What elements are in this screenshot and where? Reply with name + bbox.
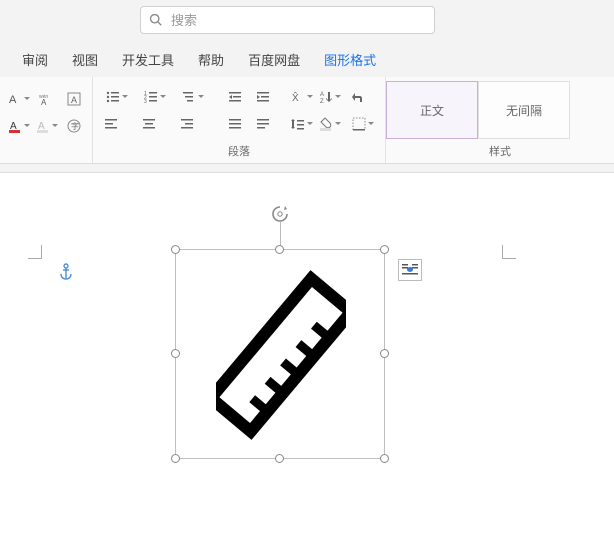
svg-text:A: A xyxy=(71,95,77,105)
font-color-button[interactable]: A xyxy=(6,114,30,138)
svg-text:Z: Z xyxy=(320,99,324,105)
svg-text:A: A xyxy=(9,94,17,106)
tab-help[interactable]: 帮助 xyxy=(186,46,236,77)
font-size-button[interactable]: A xyxy=(6,87,30,111)
resize-handle-bm[interactable] xyxy=(275,454,284,463)
styles-group: 正文 无间隔 样式 xyxy=(386,77,614,163)
svg-text:A: A xyxy=(41,98,47,107)
svg-text:X̂: X̂ xyxy=(292,90,299,104)
rotation-line xyxy=(280,222,281,246)
resize-handle-tl[interactable] xyxy=(171,245,180,254)
numbering-button[interactable]: 123 xyxy=(137,85,171,109)
align-center-button[interactable] xyxy=(137,112,161,136)
paragraph-group: 123 X̂ xyxy=(93,77,386,163)
line-spacing-button[interactable] xyxy=(289,112,313,136)
styles-group-label: 样式 xyxy=(386,139,614,161)
font-group: A A wénA A A 字 xyxy=(0,77,93,163)
tab-shape-format[interactable]: 图形格式 xyxy=(312,46,388,77)
search-bar xyxy=(0,0,614,40)
align-left-button[interactable] xyxy=(99,112,123,136)
paragraph-group-label: 段落 xyxy=(99,139,379,161)
align-justify-button[interactable] xyxy=(223,112,247,136)
style-nospace[interactable]: 无间隔 xyxy=(478,81,570,139)
resize-handle-mr[interactable] xyxy=(380,349,389,358)
margin-corner-tl xyxy=(28,245,42,259)
enclosed-char-button[interactable]: 字 xyxy=(62,114,86,138)
ribbon: A A wénA A A 字 123 xyxy=(0,77,614,164)
document-canvas[interactable] xyxy=(0,172,614,552)
style-normal[interactable]: 正文 xyxy=(386,81,478,139)
rotation-handle[interactable] xyxy=(270,204,290,224)
resize-handle-br[interactable] xyxy=(380,454,389,463)
highlight-button[interactable]: A xyxy=(34,114,58,138)
increase-indent-button[interactable] xyxy=(251,85,275,109)
sort-button[interactable]: AZ xyxy=(317,85,341,109)
tab-view[interactable]: 视图 xyxy=(60,46,110,77)
resize-handle-bl[interactable] xyxy=(171,454,180,463)
layout-options-button[interactable] xyxy=(398,259,422,281)
shape-selection-box[interactable] xyxy=(175,249,385,459)
tab-developer[interactable]: 开发工具 xyxy=(110,46,186,77)
ruler-shape[interactable] xyxy=(216,270,346,440)
tab-bar: 审阅 视图 开发工具 帮助 百度网盘 图形格式 xyxy=(0,40,614,77)
search-icon xyxy=(149,13,163,27)
multilevel-list-button[interactable] xyxy=(175,85,209,109)
resize-handle-tr[interactable] xyxy=(380,245,389,254)
resize-handle-tm[interactable] xyxy=(275,245,284,254)
search-input[interactable] xyxy=(171,13,426,28)
shading-button[interactable] xyxy=(317,112,341,136)
decrease-indent-button[interactable] xyxy=(223,85,247,109)
tab-review[interactable]: 审阅 xyxy=(10,46,60,77)
asian-layout-button[interactable]: X̂ xyxy=(289,85,313,109)
font-group-label xyxy=(6,143,86,161)
char-border-button[interactable]: A xyxy=(62,87,86,111)
svg-text:A: A xyxy=(320,92,324,98)
search-box[interactable] xyxy=(140,6,435,34)
anchor-icon xyxy=(58,263,74,281)
svg-text:字: 字 xyxy=(71,121,79,131)
margin-corner-tr xyxy=(502,245,516,259)
resize-handle-ml[interactable] xyxy=(171,349,180,358)
layout-options-icon xyxy=(401,263,419,277)
bullets-button[interactable] xyxy=(99,85,133,109)
show-marks-button[interactable] xyxy=(345,85,369,109)
align-right-button[interactable] xyxy=(175,112,199,136)
phonetic-guide-button[interactable]: wénA xyxy=(34,87,58,111)
svg-text:3: 3 xyxy=(144,99,147,105)
tab-baidu[interactable]: 百度网盘 xyxy=(236,46,312,77)
borders-button[interactable] xyxy=(345,112,379,136)
distribute-button[interactable] xyxy=(251,112,275,136)
